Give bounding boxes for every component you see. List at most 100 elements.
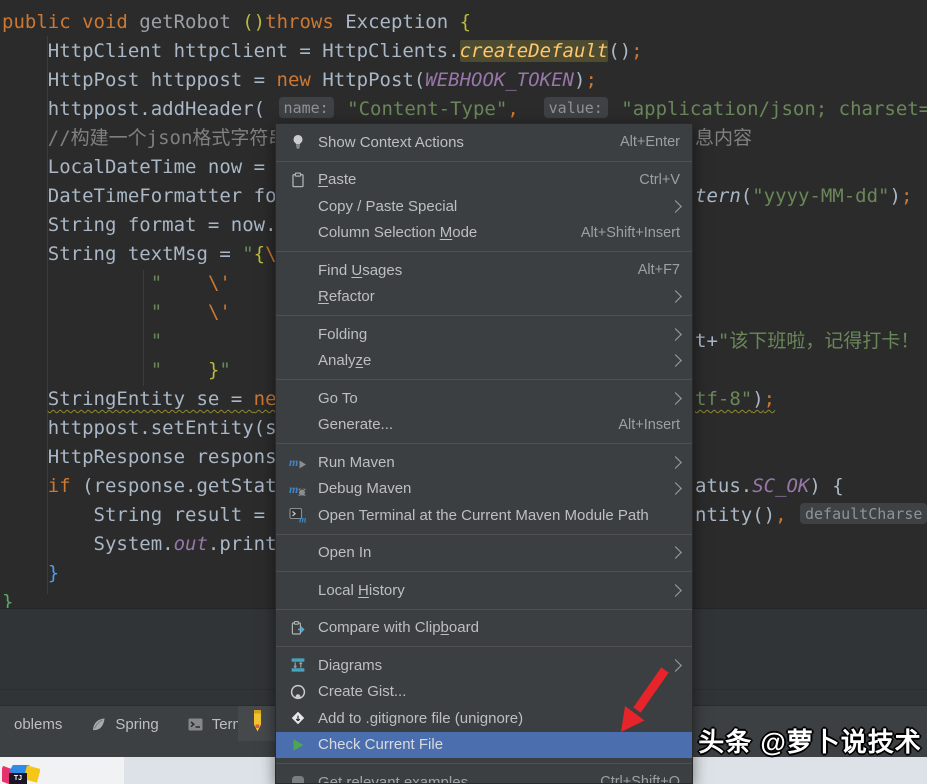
red-arrow-annotation: [621, 667, 669, 732]
menu-item-label: Run Maven: [318, 453, 395, 471]
compare-clipboard-icon: [289, 619, 307, 637]
menu-item-shortcut: Alt+Enter: [619, 134, 680, 151]
menu-item-find-usages[interactable]: Find Usages Alt+F7: [276, 257, 692, 284]
menu-item-debug-maven[interactable]: m Debug Maven: [276, 476, 692, 503]
ide-window: public void getRobot ()throws Exception …: [0, 0, 927, 784]
menu-separator: [276, 443, 692, 444]
paste-icon: [289, 171, 307, 189]
debug-maven-icon: m: [289, 480, 307, 498]
submenu-arrow-icon: [669, 583, 682, 597]
tab-spring[interactable]: Spring: [76, 708, 172, 741]
code-fragment: 息内容: [695, 127, 753, 149]
diagrams-icon: [289, 656, 307, 674]
menu-item-label: Copy / Paste Special: [318, 197, 458, 215]
submenu-arrow-icon: [669, 354, 682, 368]
menu-separator: [276, 379, 692, 380]
code-line: public void getRobot ()throws Exception …: [2, 11, 472, 33]
submenu-arrow-icon: [669, 546, 682, 560]
menu-item-label: Generate...: [318, 416, 394, 434]
menu-item-label: Get relevant examples: [318, 773, 469, 784]
menu-item-go-to[interactable]: Go To: [276, 385, 692, 412]
menu-separator: [276, 160, 692, 162]
no-icon: [289, 288, 307, 306]
code-fragment: tf-8");: [695, 388, 776, 410]
menu-item-get-relevant-examples[interactable]: Get relevant examples Ctrl+Shift+Q: [276, 769, 692, 784]
submenu-arrow-icon: [669, 290, 682, 304]
menu-separator: [276, 251, 692, 252]
svg-text:m: m: [299, 516, 306, 524]
menu-item-shortcut: Alt+F7: [637, 262, 680, 279]
code-line: HttpClient httpclient = HttpClients.crea…: [2, 40, 643, 62]
watermark-text: 头条 @萝卜说技术: [698, 727, 922, 757]
menu-item-label: Go To: [318, 389, 358, 407]
menu-item-shortcut: Ctrl+Shift+Q: [600, 774, 680, 784]
menu-item-label: Open In: [318, 544, 372, 562]
no-icon: [289, 581, 307, 599]
gitignore-icon: [289, 709, 307, 727]
submenu-arrow-icon: [669, 455, 682, 469]
menu-item-label: Find Usages: [318, 261, 403, 279]
no-icon: [289, 224, 307, 242]
tab-label: oblems: [14, 716, 63, 733]
menu-item-open-in[interactable]: Open In: [276, 540, 692, 567]
no-icon: [289, 197, 307, 215]
no-icon: [289, 389, 307, 407]
github-icon: [289, 683, 307, 701]
code-fragment: atus.SC_OK) {: [695, 475, 844, 497]
tab-label: Spring: [115, 716, 159, 733]
submenu-arrow-icon: [669, 327, 682, 341]
no-icon: [289, 325, 307, 343]
menu-item-shortcut: Ctrl+V: [639, 171, 680, 188]
menu-item-label: Compare with Clipboard: [318, 619, 479, 637]
terminal-maven-icon: m: [289, 506, 307, 524]
menu-separator: [276, 315, 692, 316]
menu-item-label: Column Selection Mode: [318, 224, 478, 242]
menu-item-label: Refactor: [318, 288, 375, 306]
menu-separator: [276, 608, 692, 610]
examples-icon: [289, 773, 307, 783]
menu-item-generate[interactable]: Generate... Alt+Insert: [276, 412, 692, 439]
menu-item-open-terminal-at-the-current-maven-module-path[interactable]: m Open Terminal at the Current Maven Modu…: [276, 502, 692, 529]
no-icon: [289, 544, 307, 562]
menu-item-column-selection-mode[interactable]: Column Selection Mode Alt+Shift+Insert: [276, 220, 692, 247]
menu-separator: [276, 763, 692, 764]
menu-item-label: Analyze: [318, 352, 372, 370]
menu-item-label: Local History: [318, 581, 405, 599]
no-icon: [289, 261, 307, 279]
menu-item-run-maven[interactable]: m Run Maven: [276, 449, 692, 476]
pencil-icon: [249, 709, 266, 738]
run-maven-icon: m: [289, 453, 307, 471]
code-fragment: t+"该下班啦，记得打卡！: [695, 330, 920, 352]
menu-item-compare-with-clipboard[interactable]: Compare with Clipboard: [276, 615, 692, 642]
menu-separator: [276, 646, 692, 647]
code-fragment: ntity(), defaultCharse: [695, 501, 927, 530]
spring-leaf-icon: [90, 716, 107, 733]
svg-text:m: m: [289, 455, 298, 469]
menu-item-paste[interactable]: Paste Ctrl+V: [276, 167, 692, 194]
play-icon: [289, 736, 307, 754]
menu-item-label: Debug Maven: [318, 480, 412, 498]
no-icon: [289, 352, 307, 370]
no-icon: [289, 416, 307, 434]
menu-item-analyze[interactable]: Analyze: [276, 348, 692, 375]
code-fragment: tern("yyyy-MM-dd");: [695, 185, 913, 207]
tab-oblems[interactable]: oblems: [0, 708, 76, 741]
submenu-arrow-icon: [669, 482, 682, 496]
menu-item-folding[interactable]: Folding: [276, 321, 692, 348]
menu-item-copy-paste-special[interactable]: Copy / Paste Special: [276, 193, 692, 220]
menu-item-label: Open Terminal at the Current Maven Modul…: [318, 506, 649, 524]
menu-item-label: Paste: [318, 171, 357, 189]
terminal-icon: [187, 716, 204, 733]
pencil-tool-button[interactable]: [238, 706, 277, 741]
lightbulb-icon: [289, 133, 307, 151]
menu-item-local-history[interactable]: Local History: [276, 577, 692, 604]
svg-text:m: m: [289, 482, 298, 496]
submenu-arrow-icon: [669, 199, 682, 213]
menu-item-label: Folding: [318, 325, 368, 343]
code-line: HttpPost httppost = new HttpPost(WEBHOOK…: [2, 69, 597, 91]
menu-item-show-context-actions[interactable]: Show Context Actions Alt+Enter: [276, 129, 692, 156]
menu-item-shortcut: Alt+Insert: [618, 416, 680, 433]
code-line: httppost.addHeader( name: "Content-Type"…: [2, 97, 927, 120]
menu-item-refactor[interactable]: Refactor: [276, 284, 692, 311]
colorful-logo: TJ: [2, 765, 40, 784]
